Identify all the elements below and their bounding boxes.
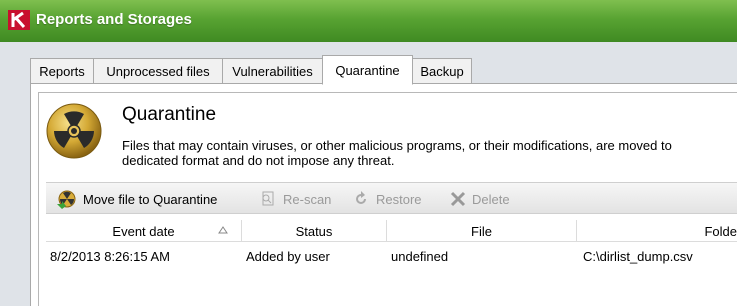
tab-backup[interactable]: Backup — [412, 58, 472, 84]
rescan-icon — [262, 191, 274, 206]
quarantine-toolbar: Move file to Quarantine Re-scan Restore … — [46, 182, 737, 214]
column-file[interactable]: File — [387, 220, 577, 242]
tab-unprocessed-files[interactable]: Unprocessed files — [93, 58, 223, 84]
title-bar: Reports and Storages — [0, 0, 737, 42]
section-title: Quarantine — [122, 104, 217, 125]
tab-quarantine[interactable]: Quarantine — [322, 55, 413, 85]
column-folder[interactable]: Folde — [577, 220, 737, 242]
delete-icon — [450, 191, 466, 207]
cell-file: undefined — [391, 248, 449, 264]
section-description: Files that may contain viruses, or other… — [122, 138, 672, 168]
column-status[interactable]: Status — [242, 220, 387, 242]
radiation-icon — [46, 103, 102, 159]
restore-button[interactable]: Restore — [351, 183, 422, 215]
rescan-button[interactable]: Re-scan — [258, 183, 331, 215]
restore-icon — [356, 191, 366, 204]
cell-event-date: 8/2/2013 8:26:15 AM — [50, 248, 170, 264]
delete-button[interactable]: Delete — [449, 183, 510, 215]
window-title: Reports and Storages — [36, 11, 192, 28]
cell-folder: C:\dirlist_dump.csv — [583, 248, 693, 264]
kaspersky-logo-icon — [8, 10, 30, 30]
table-header: Event date Status File Folde — [46, 220, 737, 242]
sort-ascending-icon — [218, 226, 228, 234]
move-to-quarantine-icon — [57, 190, 76, 209]
tab-vulnerabilities[interactable]: Vulnerabilities — [222, 58, 323, 84]
column-event-date[interactable]: Event date — [46, 220, 242, 242]
table-row[interactable]: 8/2/2013 8:26:15 AM Added by user undefi… — [46, 244, 737, 268]
move-to-quarantine-button[interactable]: Move file to Quarantine — [56, 183, 217, 215]
cell-status: Added by user — [246, 248, 330, 264]
tab-reports[interactable]: Reports — [30, 58, 94, 84]
